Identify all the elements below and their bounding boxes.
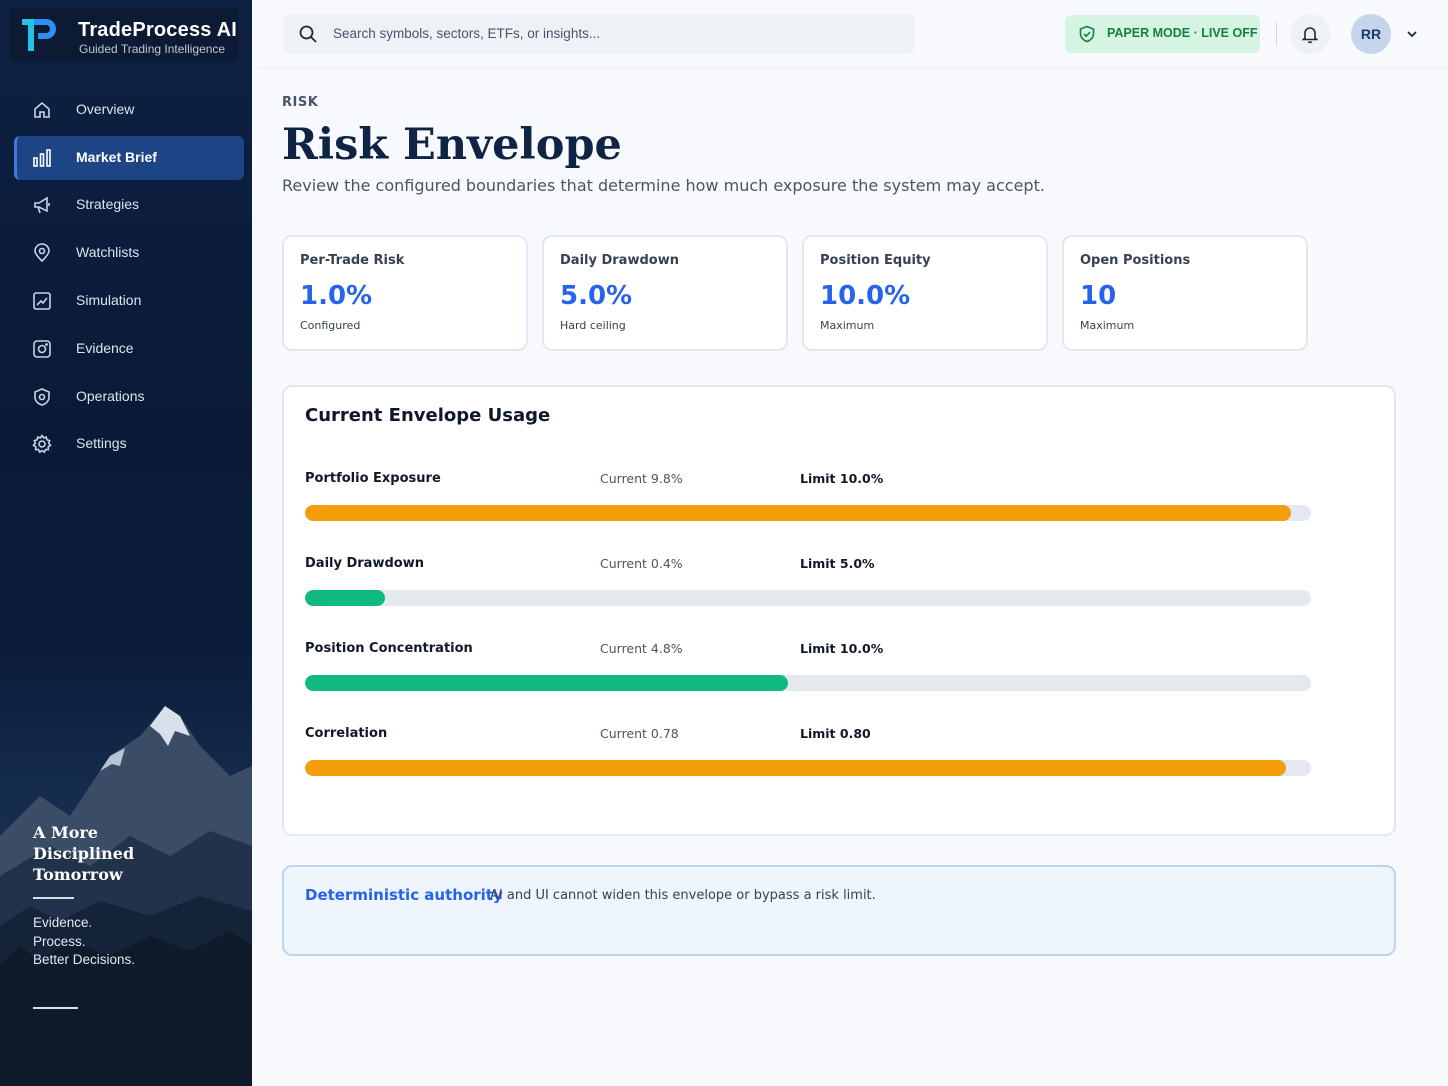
divider [1276,22,1277,46]
map-pin-icon [34,243,50,263]
progress-fill [305,590,386,606]
breadcrumb: RISK [282,95,319,110]
notice-text: AI and UI cannot widen this envelope or … [490,888,876,903]
promo-line: Process. [33,933,86,949]
sidebar-item-watchlists[interactable]: Watchlists [14,231,244,275]
metric-name: Position Concentration [305,641,473,656]
metric-name: Daily Drawdown [305,556,424,571]
avatar[interactable]: RR [1351,14,1391,54]
search-icon [299,25,317,43]
sidebar-item-settings[interactable]: Settings [14,422,244,466]
promo-line: Better Decisions. [33,952,136,967]
app-tagline: Guided Trading Intelligence [79,42,226,56]
sidebar-item-label: Overview [76,101,135,117]
metric-limit: Limit 10.0% [800,641,884,656]
gear-icon [32,434,52,454]
metric-current: Current 9.8% [600,471,683,486]
promo-line: Evidence. [33,915,93,930]
page-subtitle: Review the configured boundaries that de… [282,176,1045,195]
envelope-usage-card: Current Envelope Usage Portfolio Exposur… [282,385,1396,836]
stat-note: Maximum [820,319,875,332]
logo-icon [22,19,56,51]
camera-icon [33,340,51,358]
promo-lines: Evidence. Process. Better Decisions. [33,914,135,970]
stat-card-daily-drawdown: Daily Drawdown 5.0% Hard ceiling [542,235,788,351]
divider [33,1007,78,1009]
shield-check-icon [1079,25,1095,43]
metric-limit: Limit 10.0% [800,471,884,486]
progress-fill [305,675,788,691]
sidebar-item-simulation[interactable]: Simulation [14,279,244,323]
sidebar-item-label: Market Brief [76,149,157,165]
stat-value: 5.0% [560,281,633,311]
stat-label: Per-Trade Risk [300,253,405,268]
metric-name: Correlation [305,726,388,741]
section-title: Current Envelope Usage [305,405,551,426]
brand-logo[interactable]: TradeProcess AI Guided Trading Intellige… [10,8,238,60]
search-placeholder: Search symbols, sectors, ETFs, or insigh… [333,26,601,41]
progress-track [305,675,1311,691]
stat-card-position-equity: Position Equity 10.0% Maximum [802,235,1048,351]
stat-label: Open Positions [1080,253,1191,268]
progress-fill [305,760,1286,776]
sidebar-item-label: Watchlists [76,244,140,260]
divider [33,897,74,899]
authority-notice: Deterministic authority AI and UI cannot… [282,865,1396,956]
sidebar-item-strategies[interactable]: Strategies [14,183,244,227]
top-header: Search symbols, sectors, ETFs, or insigh… [258,0,1448,68]
metric-portfolio-exposure: Portfolio Exposure Current 9.8% Limit 10… [305,471,1311,531]
notifications-button[interactable] [1290,14,1330,54]
stat-value: 10 [1080,281,1117,311]
page-title: Risk Envelope [282,120,622,170]
chart-frame-icon [33,292,51,310]
progress-track [305,590,1311,606]
app-name: TradeProcess AI [78,19,238,41]
stat-value: 10.0% [820,281,911,311]
stat-note: Configured [300,319,361,332]
sidebar-item-label: Evidence [76,340,134,356]
sidebar-item-market-brief[interactable]: Market Brief [14,136,244,180]
sidebar-item-evidence[interactable]: Evidence [14,327,244,371]
stat-note: Hard ceiling [560,319,626,332]
metric-limit: Limit 0.80 [800,726,871,741]
sidebar-item-overview[interactable]: Overview [14,88,244,132]
sidebar-item-label: Simulation [76,292,142,308]
sidebar-item-label: Strategies [76,196,140,212]
notice-title: Deterministic authority [305,886,503,904]
metric-limit: Limit 5.0% [800,556,875,571]
metric-current: Current 4.8% [600,641,683,656]
stat-note: Maximum [1080,319,1135,332]
metric-daily-drawdown: Daily Drawdown Current 0.4% Limit 5.0% [305,556,1311,616]
stat-value: 1.0% [300,281,373,311]
chevron-down-icon[interactable] [1405,27,1419,41]
bar-chart-icon [33,149,51,167]
progress-fill [305,505,1291,521]
sidebar-item-label: Operations [76,388,145,404]
promo-title: A More Disciplined Tomorrow [33,823,135,884]
progress-track [305,505,1311,521]
metric-correlation: Correlation Current 0.78 Limit 0.80 [305,726,1311,786]
metric-current: Current 0.4% [600,556,683,571]
mode-badge: PAPER MODE · LIVE OFF [1065,15,1260,53]
stat-card-open-positions: Open Positions 10 Maximum [1062,235,1308,351]
stat-label: Daily Drawdown [560,253,679,268]
search-input[interactable]: Search symbols, sectors, ETFs, or insigh… [284,14,914,54]
megaphone-icon [34,196,50,214]
mode-badge-label: PAPER MODE · LIVE OFF [1107,26,1258,40]
metric-position-concentration: Position Concentration Current 4.8% Limi… [305,641,1311,701]
sidebar-item-operations[interactable]: Operations [14,375,244,419]
stat-label: Position Equity [820,253,931,268]
sidebar-item-label: Settings [76,435,127,451]
shield-gear-icon [34,388,50,406]
progress-track [305,760,1311,776]
metric-name: Portfolio Exposure [305,471,441,486]
sidebar: TradeProcess AI Guided Trading Intellige… [0,0,252,1086]
bell-icon [1301,27,1319,44]
home-icon [34,101,50,118]
stat-card-per-trade-risk: Per-Trade Risk 1.0% Configured [282,235,528,351]
metric-current: Current 0.78 [600,726,679,741]
